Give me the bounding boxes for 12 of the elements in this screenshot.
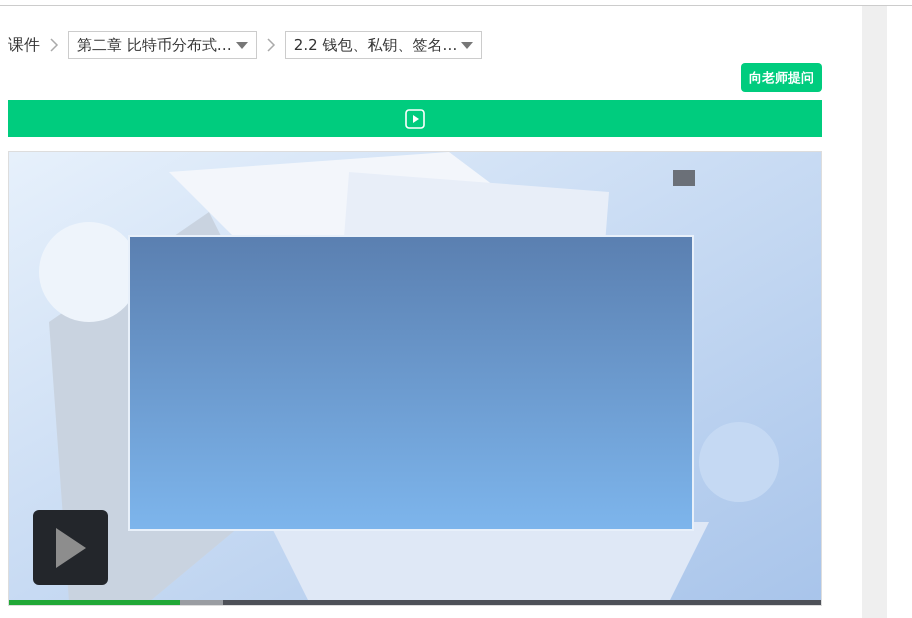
scrollbar-track[interactable]: [862, 6, 887, 618]
dropdown[interactable]: 2.2 钱包、私钥、签名…: [284, 31, 482, 59]
play-button[interactable]: [33, 510, 108, 585]
chevron-icon: [48, 37, 60, 53]
play-icon[interactable]: [405, 108, 425, 128]
caret-icon: [461, 42, 474, 48]
caret-icon: [236, 42, 248, 48]
progress-bar[interactable]: [9, 600, 821, 605]
chevron-icon: [264, 37, 277, 53]
breadcrumb-link[interactable]: 课件: [8, 34, 40, 56]
dropdown[interactable]: 第二章 比特币分布式…: [68, 31, 257, 59]
play-icon: [54, 526, 86, 568]
